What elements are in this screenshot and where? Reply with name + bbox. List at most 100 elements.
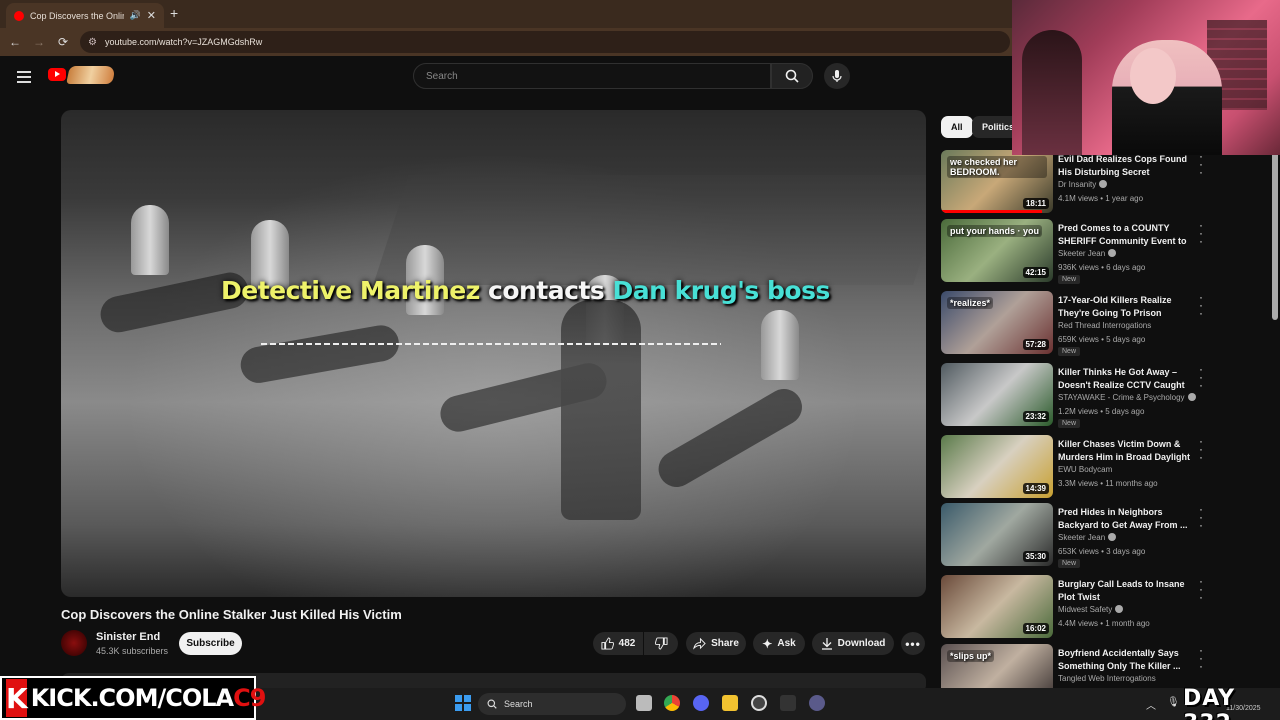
youtube-doodle-logo[interactable] (66, 66, 116, 84)
recommendation-title[interactable]: Burglary Call Leads to Insane Plot Twist (1058, 578, 1193, 604)
more-vertical-icon[interactable]: · · · (1199, 644, 1203, 672)
search-input[interactable]: Search (413, 63, 771, 89)
search-button[interactable] (771, 63, 813, 89)
recommendation-channel[interactable]: Dr Insanity (1058, 180, 1108, 189)
recommendation-meta: 653K views • 3 days ago (1058, 547, 1146, 556)
recommendation-meta: 1.2M views • 5 days ago (1058, 407, 1145, 416)
task-view-icon[interactable] (636, 695, 652, 711)
subscribe-button[interactable]: Subscribe (179, 632, 242, 655)
browser-tab[interactable]: Cop Discovers the Online Stalker Just Ki… (6, 3, 164, 28)
obs-icon[interactable] (751, 695, 767, 711)
video-frame-lawn (373, 175, 926, 285)
site-info-icon[interactable]: ⚙ (88, 37, 97, 48)
reload-button[interactable]: ⟳ (51, 35, 75, 49)
video-thumbnail[interactable]: put your hands · you 42:15 (941, 219, 1053, 282)
url-text: youtube.com/watch?v=JZAGMGdshRw (104, 37, 263, 47)
chrome-icon[interactable] (664, 695, 680, 711)
recommendation-title[interactable]: Killer Thinks He Got Away – Doesn't Real… (1058, 366, 1193, 392)
video-duration: 35:30 (1022, 551, 1049, 562)
recommendation-title[interactable]: 17-Year-Old Killers Realize They're Goin… (1058, 294, 1193, 320)
like-button[interactable]: 482 (593, 632, 643, 655)
verified-icon (1099, 180, 1108, 188)
search-placeholder: Search (426, 70, 458, 82)
recommendation-item[interactable]: *realizes* 57:28 17-Year-Old Killers Reali… (941, 291, 1211, 356)
app-icon-2[interactable] (809, 695, 825, 711)
recommendation-channel[interactable]: EWU Bodycam (1058, 465, 1112, 474)
speaker-icon[interactable]: 🔊 (130, 10, 141, 21)
discord-icon[interactable] (693, 695, 709, 711)
dislike-button[interactable] (644, 632, 678, 655)
recommendation-item[interactable]: 16:02 Burglary Call Leads to Insane Plot … (941, 575, 1211, 639)
video-duration: 14:39 (1022, 483, 1049, 494)
more-vertical-icon[interactable]: · · · (1199, 363, 1203, 391)
close-tab-icon[interactable]: ✕ (147, 9, 156, 22)
share-button[interactable]: Share (686, 632, 746, 655)
youtube-logo-icon[interactable] (48, 68, 66, 81)
recommendation-channel[interactable]: STAYAWAKE - Crime & Psychology (1058, 393, 1196, 402)
recommendation-channel[interactable]: Skeeter Jean (1058, 533, 1117, 542)
video-player[interactable]: Detective Martinez contacts Dan krug's b… (61, 110, 926, 597)
channel-avatar[interactable] (61, 630, 87, 656)
more-vertical-icon[interactable]: · · · (1199, 435, 1203, 463)
kick-url-suffix: C9 (233, 684, 266, 712)
recommendation-meta: 659K views • 5 days ago (1058, 335, 1146, 344)
file-explorer-icon[interactable] (722, 695, 738, 711)
video-caption: Detective Martinez contacts Dan krug's b… (221, 276, 830, 305)
tray-chevron-icon[interactable]: ︿ (1146, 697, 1156, 712)
video-thumbnail[interactable]: we checked her BEDROOM. 18:11 (941, 150, 1053, 213)
video-thumbnail[interactable]: 16:02 (941, 575, 1053, 638)
more-vertical-icon[interactable]: · · · (1199, 219, 1203, 247)
recommendation-item[interactable]: 35:30 Pred Hides in Neighbors Backyard to… (941, 503, 1211, 568)
app-icon[interactable] (780, 695, 796, 711)
recommendation-item[interactable]: 14:39 Killer Chases Victim Down & Murders… (941, 435, 1211, 499)
recommendation-title[interactable]: Pred Comes to a COUNTY SHERIFF Community… (1058, 222, 1193, 248)
share-icon (693, 637, 706, 650)
url-field[interactable]: ⚙ youtube.com/watch?v=JZAGMGdshRw (80, 31, 1010, 53)
recommendation-title[interactable]: Killer Chases Victim Down & Murders Him … (1058, 438, 1193, 464)
chip-all[interactable]: All (941, 116, 973, 138)
video-frame-bollard (761, 310, 799, 380)
recommendation-item[interactable]: we checked her BEDROOM. 18:11 Evil Dad Rea… (941, 150, 1211, 214)
new-badge: New (1058, 419, 1081, 428)
video-duration: 16:02 (1022, 623, 1049, 634)
recommendation-channel[interactable]: Red Thread Interrogations (1058, 321, 1151, 330)
recommendation-title[interactable]: Evil Dad Realizes Cops Found His Disturb… (1058, 153, 1193, 179)
ask-button[interactable]: ✦ Ask (753, 632, 805, 655)
taskbar-search[interactable]: Search (478, 693, 626, 715)
recommendation-channel[interactable]: Tangled Web Interrogations (1058, 674, 1156, 683)
new-tab-button[interactable]: + (170, 5, 178, 21)
more-vertical-icon[interactable]: · · · (1199, 291, 1203, 319)
recommendation-item[interactable]: put your hands · you 42:15 Pred Comes to a… (941, 219, 1211, 284)
recommendation-meta: 3.3M views • 11 months ago (1058, 479, 1158, 488)
ask-label: Ask (777, 638, 796, 649)
sparkle-icon: ✦ (762, 636, 773, 651)
recommendation-title[interactable]: Boyfriend Accidentally Says Something On… (1058, 647, 1193, 673)
webcam-person-left (1022, 30, 1082, 155)
recommendation-item[interactable]: 23:32 Killer Thinks He Got Away – Doesn't… (941, 363, 1211, 428)
menu-icon[interactable] (17, 71, 31, 86)
download-button[interactable]: Download (812, 632, 894, 655)
voice-search-button[interactable] (824, 63, 850, 89)
windows-start-icon[interactable] (455, 695, 471, 711)
more-actions-button[interactable]: ••• (901, 632, 925, 655)
more-vertical-icon[interactable]: · · · (1199, 575, 1203, 603)
day-counter: DAY 332 (1183, 686, 1236, 720)
like-count: 482 (618, 638, 636, 649)
scrollbar-thumb[interactable] (1272, 150, 1278, 320)
more-vertical-icon[interactable]: · · · (1199, 150, 1203, 178)
video-thumbnail[interactable]: *realizes* 57:28 (941, 291, 1053, 354)
recommendation-title[interactable]: Pred Hides in Neighbors Backyard to Get … (1058, 506, 1193, 532)
back-button[interactable]: ← (3, 35, 27, 49)
recommendation-channel[interactable]: Midwest Safety (1058, 605, 1124, 614)
video-thumbnail[interactable]: 35:30 (941, 503, 1053, 566)
thumbnail-text: put your hands · you (947, 225, 1042, 237)
tray-microphone-icon[interactable]: 🎙 (1167, 697, 1180, 708)
more-vertical-icon[interactable]: · · · (1199, 503, 1203, 531)
youtube-favicon-icon (14, 10, 24, 21)
forward-button[interactable]: → (27, 35, 51, 49)
channel-name[interactable]: Sinister End (96, 631, 160, 643)
thumbs-down-icon (654, 637, 668, 650)
recommendation-channel[interactable]: Skeeter Jean (1058, 249, 1117, 258)
video-thumbnail[interactable]: 23:32 (941, 363, 1053, 426)
video-thumbnail[interactable]: 14:39 (941, 435, 1053, 498)
